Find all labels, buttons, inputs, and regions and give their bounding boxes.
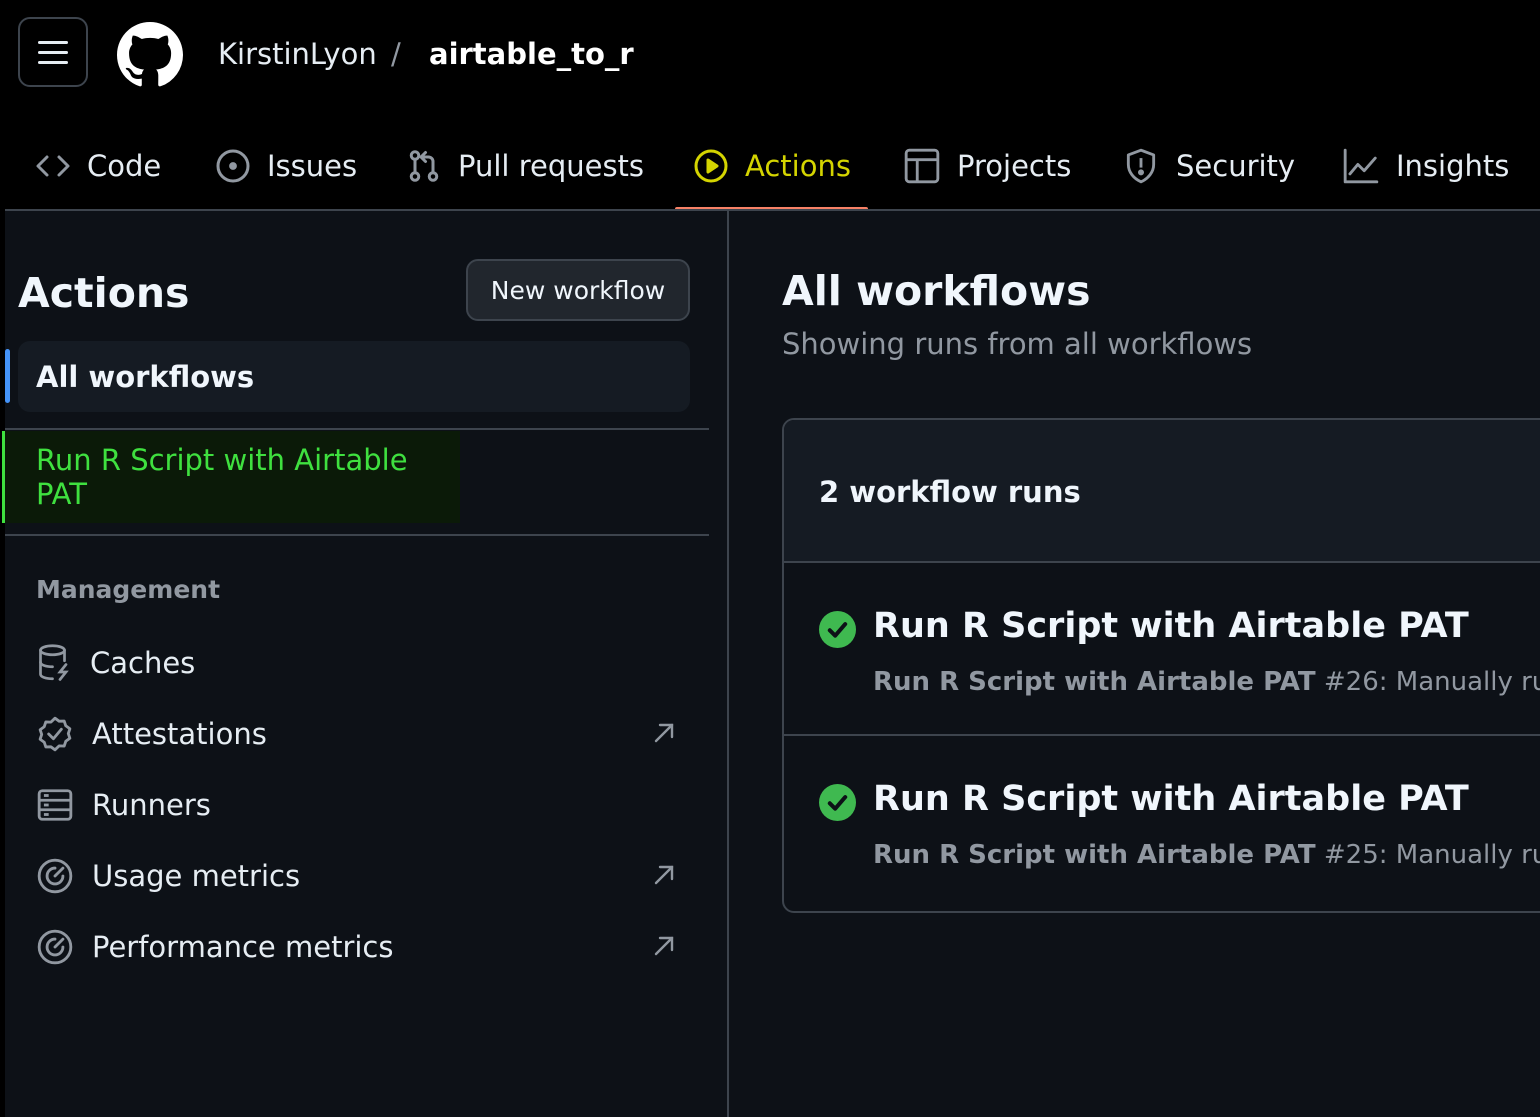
divider — [5, 534, 709, 536]
code-icon — [36, 155, 70, 176]
play-icon — [694, 149, 728, 182]
table-icon — [904, 148, 940, 183]
tab-label: Code — [87, 148, 162, 183]
sidebar-title: Actions — [18, 269, 190, 317]
sidebar-item-workflow[interactable]: Run R Script with Airtable PAT — [5, 431, 460, 523]
external-link-icon — [654, 936, 674, 956]
sidebar-item-all-workflows[interactable]: All workflows — [18, 341, 690, 412]
repo-name-link[interactable]: airtable_to_r — [429, 34, 634, 74]
tab-label: Projects — [957, 148, 1072, 183]
runs-count: 2 workflow runs — [819, 475, 1081, 509]
run-detail: #26: Manually run by Kirs — [1323, 667, 1540, 697]
tab-issues[interactable]: Issues — [215, 120, 357, 211]
repo-header: KirstinLyon / airtable_to_r Code Issues … — [5, 0, 1540, 211]
issue-opened-icon — [216, 149, 250, 182]
meter-icon — [37, 929, 73, 965]
tab-security[interactable]: Security — [1122, 120, 1295, 211]
sidebar-item-label: Caches — [90, 646, 196, 680]
repo-owner-link[interactable]: KirstinLyon — [218, 34, 377, 74]
tab-insights[interactable]: Insights — [1342, 120, 1509, 211]
workflows-main: All workflows Showing runs from all work… — [729, 211, 1540, 1117]
management-heading: Management — [36, 575, 221, 604]
tab-actions[interactable]: Actions — [675, 120, 868, 211]
verified-icon — [38, 716, 72, 752]
meter-icon — [37, 858, 73, 894]
sidebar-item-runners[interactable]: Runners — [36, 780, 676, 830]
external-link-icon — [654, 865, 674, 885]
tab-label: Actions — [745, 148, 851, 183]
tab-code[interactable]: Code — [35, 120, 161, 211]
workflow-runs-list: 2 workflow runs Run R Script with Airtab… — [782, 418, 1540, 913]
run-workflow-name: Run R Script with Airtable PAT — [873, 840, 1316, 870]
actions-sidebar: Actions New workflow All workflows Run R… — [2, 211, 727, 1117]
run-meta: Run R Script with Airtable PAT #26: Manu… — [873, 667, 1540, 697]
database-icon — [39, 644, 69, 681]
workflow-run-row[interactable]: Run R Script with Airtable PAT Run R Scr… — [784, 563, 1540, 736]
sidebar-item-performance-metrics[interactable]: Performance metrics — [36, 922, 676, 972]
selected-indicator — [5, 349, 10, 403]
git-pull-request-icon — [409, 149, 439, 182]
new-workflow-button[interactable]: New workflow — [466, 259, 690, 321]
sidebar-item-label: Runners — [92, 788, 211, 822]
divider — [5, 428, 709, 430]
run-detail: #25: Manually run by Kirs — [1323, 840, 1540, 870]
page-title: All workflows — [782, 267, 1091, 315]
tab-label: Pull requests — [458, 148, 645, 183]
server-icon — [37, 789, 73, 821]
tab-pull-requests[interactable]: Pull requests — [406, 120, 644, 211]
run-meta: Run R Script with Airtable PAT #25: Manu… — [873, 840, 1540, 870]
repo-nav-tabs: Code Issues Pull requests Actions Projec… — [5, 120, 1540, 211]
tab-label: Issues — [267, 148, 358, 183]
sidebar-item-label: Performance metrics — [92, 930, 394, 964]
run-title-link[interactable]: Run R Script with Airtable PAT — [873, 779, 1469, 819]
sidebar-item-caches[interactable]: Caches — [36, 638, 676, 688]
graph-icon — [1343, 148, 1379, 183]
runs-list-header: 2 workflow runs — [784, 420, 1540, 563]
tab-label: Insights — [1396, 148, 1510, 183]
shield-icon — [1126, 148, 1156, 183]
tab-label: Security — [1176, 148, 1296, 183]
github-logo-icon[interactable] — [117, 22, 183, 88]
sidebar-item-attestations[interactable]: Attestations — [36, 709, 676, 759]
menu-button[interactable] — [18, 17, 88, 87]
run-title-link[interactable]: Run R Script with Airtable PAT — [873, 606, 1469, 646]
check-circle-icon — [819, 611, 856, 648]
external-link-icon — [654, 723, 674, 743]
tab-projects[interactable]: Projects — [903, 120, 1071, 211]
page-subtitle: Showing runs from all workflows — [782, 327, 1253, 361]
run-workflow-name: Run R Script with Airtable PAT — [873, 667, 1316, 697]
workflow-run-row[interactable]: Run R Script with Airtable PAT Run R Scr… — [784, 736, 1540, 909]
sidebar-item-label: Attestations — [92, 717, 267, 751]
breadcrumb-separator: / — [391, 37, 401, 71]
check-circle-icon — [819, 784, 856, 821]
sidebar-item-label: Usage metrics — [92, 859, 301, 893]
sidebar-item-usage-metrics[interactable]: Usage metrics — [36, 851, 676, 901]
